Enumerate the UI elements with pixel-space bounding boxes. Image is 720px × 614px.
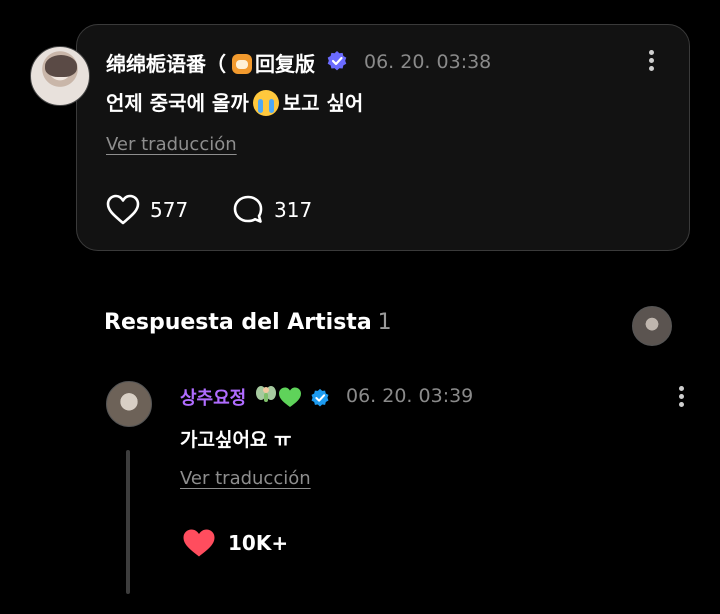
reply-text: 가고싶어요 ㅠ: [180, 429, 292, 451]
reply-translate-link[interactable]: Ver traducción: [180, 468, 311, 489]
reply-author-avatar[interactable]: [106, 381, 152, 427]
comment-translate-link[interactable]: Ver traducción: [106, 134, 237, 155]
comment-timestamp: 06. 20. 03:38: [364, 51, 492, 73]
artist-avatar[interactable]: [632, 306, 672, 346]
reply-like-button[interactable]: 10K+: [182, 528, 288, 558]
commenter-name[interactable]: 绵绵栀语番（: [106, 48, 226, 77]
blue-verified-icon: [311, 388, 329, 407]
artist-reply-section-label: Respuesta del Artista: [104, 310, 372, 335]
comment-reply-count: 317: [274, 198, 313, 222]
artist-reply-count: 1: [377, 310, 392, 335]
fairy-emoji-icon: [256, 386, 276, 402]
verified-badge-icon: [327, 51, 347, 71]
reply-more-vertical-icon[interactable]: [678, 386, 684, 410]
comment-like-button[interactable]: 577: [106, 194, 188, 226]
reply-like-count: 10K+: [228, 531, 289, 555]
heart-filled-icon: [183, 529, 215, 557]
comment-text: 언제 중국에 올까 보고 싶어: [106, 87, 363, 116]
comment-thread-page: 绵绵栀语番（ 回复版 06. 20. 03:38 언제 중국에 올까 보고 싶어 …: [0, 0, 720, 614]
comment-text-part-2: 보고 싶어: [282, 91, 364, 115]
green-heart-emoji-icon: [279, 387, 301, 407]
commenter-tag-text: 回复版: [255, 52, 315, 76]
commenter-avatar[interactable]: [30, 46, 90, 106]
comment-more-vertical-icon[interactable]: [648, 50, 654, 74]
reply-timestamp: 06. 20. 03:39: [346, 385, 474, 407]
artist-reply-section-title: Respuesta del Artista 1: [104, 310, 392, 335]
crying-face-emoji-icon: [252, 90, 279, 116]
heart-icon: [106, 194, 140, 225]
comment-like-count: 577: [150, 198, 189, 222]
commenter-name-text: 绵绵栀语番（: [106, 52, 226, 76]
thread-line: [126, 450, 130, 594]
reply-author-name[interactable]: 상추요정: [180, 384, 246, 410]
tiger-emoji-icon: [232, 54, 252, 74]
comment-icon: [233, 195, 263, 223]
commenter-tag: 回复版: [232, 48, 315, 77]
comment-text-part-1: 언제 중국에 올까: [106, 91, 249, 115]
comment-reply-button[interactable]: 317: [232, 194, 312, 226]
